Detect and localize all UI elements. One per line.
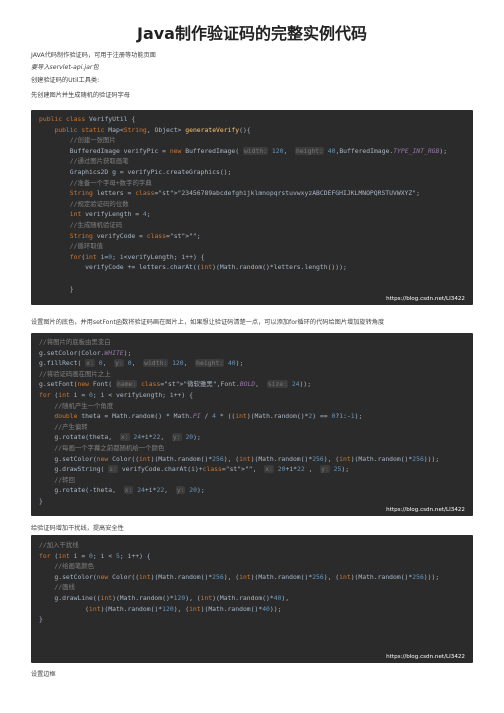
code-line: g.drawLine((int)(Math.random()*120), (in…	[39, 594, 290, 602]
code-line: //将图片的底板由黑变白	[39, 338, 111, 346]
code-line: }	[39, 615, 43, 624]
paragraph-create-util: 创建验证码的Util工具类:	[31, 77, 100, 84]
code-line: //规定验证码的位数	[39, 199, 129, 208]
code-line: g.fillRect( x: 0, y: 0, width: 120, heig…	[39, 359, 244, 368]
code-line: verifyCode += letters.charAt((int)(Math.…	[39, 263, 347, 272]
paragraph-set-border: 设置边框	[31, 671, 56, 678]
code-line: }	[39, 497, 43, 505]
code-line: }	[39, 284, 74, 293]
code-line: (int)(Math.random()*120), (int)(Math.ran…	[39, 604, 282, 613]
code-block-1: public class VerifyUtil { public static …	[31, 110, 473, 305]
watermark: https://blog.csdn.net/LI3422	[386, 654, 465, 660]
code-line: //循环取值	[39, 242, 104, 251]
code-line: g.setColor(Color.WHITE);	[39, 348, 132, 357]
code-line: g.setColor(new Color((int)(Math.random()…	[39, 572, 440, 581]
code-block-3: //加入干扰线 for (int i = 0; i < 5; i++) { //给…	[31, 535, 473, 663]
code-line: //加入干扰线	[39, 541, 79, 549]
code-line: Graphics2D g = verifyPic.createGraphics(…	[39, 168, 232, 176]
watermark: https://blog.csdn.net/LI3422	[386, 296, 465, 302]
code-line: BufferedImage verifyPic = new BufferedIm…	[39, 146, 448, 155]
code-line: //每画一个字幕之前都随机给一个颜色	[39, 444, 165, 452]
code-line: String verifyCode = class="st">"";	[69, 231, 201, 240]
code-line: //给画笔颜色	[39, 562, 95, 571]
code-line: public static Map<String, Object> genera…	[54, 125, 251, 134]
code-line: //通过图片获取画笔	[39, 157, 129, 166]
code-line: //生成随机验证码	[39, 221, 123, 229]
code-line: g.rotate(theta, x: 24+i*22, y: 20);	[39, 433, 201, 442]
code-line: //画线	[39, 583, 75, 592]
code-line: for (int i = 0; i < verifyLength; i++) {	[39, 391, 193, 399]
code-line: g.rotate(-theta, x: 24+i*22, y: 20);	[39, 486, 205, 495]
code-line: //随机产生一个角度	[39, 401, 114, 410]
paragraph-create-image: 先创建图片并生成随机的验证码字母	[31, 92, 130, 99]
code-line: public class VerifyUtil {	[39, 115, 136, 123]
code-line: for(int i=0; i<verifyLength; i++) {	[69, 252, 205, 261]
paragraph-set-font: 设置图片的底色，并用setFont函数将验证码画在图片上，如果想让验证码清楚一点…	[31, 319, 385, 326]
code-line: g.setFont(new Font( name: class="st">"微软…	[39, 380, 312, 389]
code-line: for (int i = 0; i < 5; i++) {	[39, 551, 151, 560]
code-line: int verifyLength = 4;	[69, 210, 151, 219]
code-line: //转回	[39, 475, 75, 484]
code-line: double theta = Math.random() * Math.PI /…	[54, 412, 363, 421]
code-line: g.setColor(new Color((int)(Math.random()…	[39, 454, 440, 463]
code-block-2: //将图片的底板由黑变白 g.setColor(Color.WHITE); g.fi…	[31, 333, 473, 516]
code-line: String letters = class="st">"23456789abc…	[69, 189, 420, 198]
paragraph-import-jar: 要导入servlet-api.jar包	[31, 64, 99, 71]
paragraph-interference-lines: 给验证码增加干扰线，提高安全性	[31, 525, 124, 532]
code-line: g.drawString( s: verifyCode.charAt(i)+cl…	[39, 465, 350, 474]
code-line: //准备一个字母+数字的字典	[39, 178, 152, 187]
code-line: //创建一张图片	[39, 136, 116, 145]
code-line: //将验证码画在图片之上	[39, 369, 111, 378]
article-title: Java制作验证码的完整实例代码	[137, 24, 367, 43]
paragraph-intro: JAVA代码制作验证码，可用于注册等功能页面	[31, 52, 156, 59]
watermark: https://blog.csdn.net/LI3422	[386, 507, 465, 513]
code-line: //产生偏转	[39, 422, 88, 431]
